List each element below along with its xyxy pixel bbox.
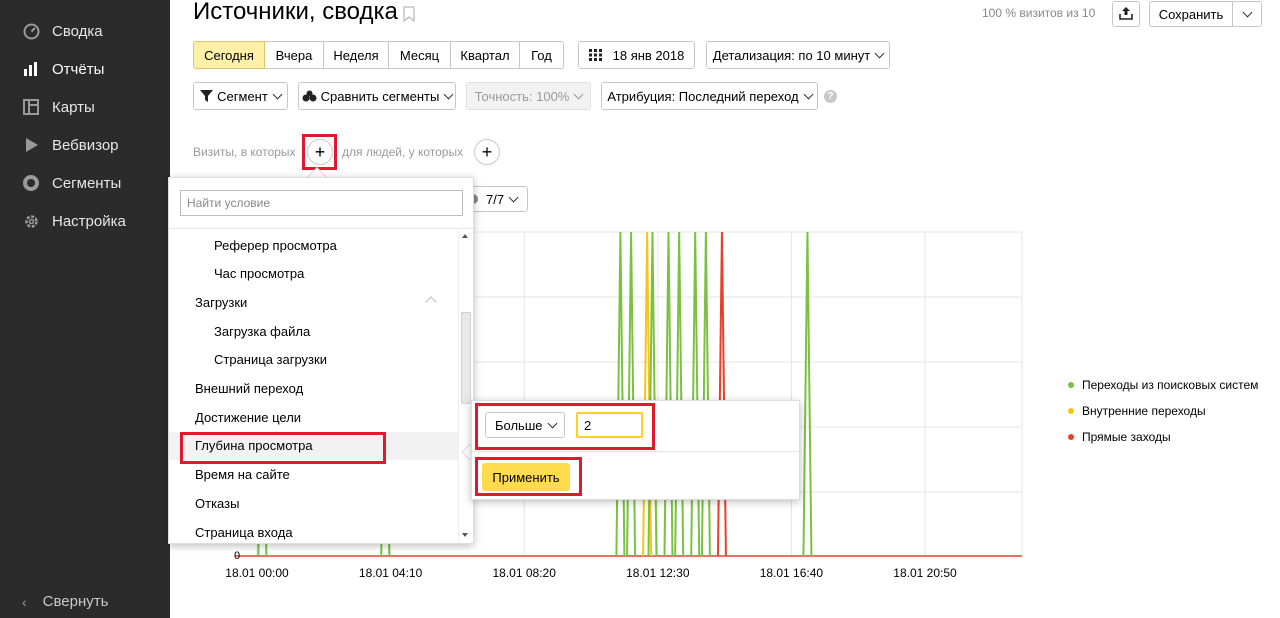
condition-option-label: Время на сайте [195, 467, 290, 483]
condition-option[interactable]: Внешний переход [169, 375, 459, 403]
x-tick-label: 18.01 20:50 [893, 566, 957, 580]
series-spike [615, 231, 626, 557]
scroll-up-icon[interactable] [462, 234, 468, 238]
condition-option-label: Отказы [195, 495, 240, 511]
scroll-down-icon[interactable] [462, 533, 468, 537]
series-spike [716, 231, 727, 557]
legend-label: Переходы из поисковых систем [1082, 378, 1259, 392]
highlight-frame [475, 457, 582, 496]
condition-option[interactable]: Отказы [169, 489, 459, 517]
scroll-thumb[interactable] [461, 312, 471, 404]
condition-option[interactable]: Страница загрузки [169, 346, 459, 374]
dropdown-scrollbar[interactable] [458, 230, 472, 543]
series-spike [802, 231, 813, 557]
condition-option-label: Страница загрузки [214, 352, 327, 368]
y-tick-label: 0 [234, 550, 241, 562]
condition-option[interactable]: Достижение цели [169, 403, 459, 431]
x-tick-label: 18.01 04:10 [358, 566, 423, 580]
legend-item-internal[interactable]: Внутренние переходы [1068, 398, 1258, 424]
series-spike [700, 231, 711, 557]
x-tick-label: 18.01 16:40 [759, 566, 824, 580]
legend-label: Прямые заходы [1082, 430, 1171, 444]
x-tick-label: 18.01 00:00 [225, 566, 289, 580]
legend-marker [1068, 408, 1074, 414]
legend-marker [1068, 382, 1074, 388]
condition-option[interactable]: Час просмотра [169, 260, 459, 288]
x-tick-label: 18.01 08:20 [492, 566, 556, 580]
divider [169, 228, 473, 229]
legend-item-search[interactable]: Переходы из поисковых систем [1068, 372, 1258, 398]
highlight-frame [180, 432, 386, 464]
condition-option-label: Внешний переход [195, 381, 304, 396]
series-spike [647, 231, 658, 557]
condition-option[interactable]: Время на сайте [169, 461, 459, 489]
legend-item-direct[interactable]: Прямые заходы [1068, 424, 1258, 450]
series-spike [674, 231, 685, 557]
condition-option-label: Достижение цели [195, 409, 302, 425]
series-spike [663, 231, 674, 557]
legend-marker [1068, 434, 1074, 440]
condition-option[interactable]: Страница входа [169, 518, 459, 546]
condition-search-input[interactable] [180, 190, 463, 216]
condition-option-label: Реферер просмотра [214, 237, 337, 253]
chart-legend: Переходы из поисковых систем Внутренние … [1068, 372, 1258, 450]
condition-option-label: Страница входа [195, 524, 293, 540]
condition-option-label: Загрузки [195, 294, 248, 310]
divider [472, 451, 799, 452]
condition-option-label: Час просмотра [214, 266, 305, 282]
series-spike [626, 231, 637, 557]
condition-option[interactable]: Реферер просмотра [169, 231, 459, 259]
series-spike [690, 231, 701, 557]
condition-option[interactable]: Загрузки [169, 288, 459, 316]
condition-dropdown: Реферер просмотра Час просмотра Загрузки За… [168, 177, 474, 544]
condition-option[interactable]: Загрузка файла [169, 317, 459, 345]
legend-label: Внутренние переходы [1082, 404, 1206, 418]
highlight-frame [475, 403, 655, 450]
chevron-up-icon[interactable] [425, 296, 437, 309]
condition-option-label: Загрузка файла [214, 323, 311, 339]
x-tick-label: 18.01 12:30 [626, 566, 690, 580]
